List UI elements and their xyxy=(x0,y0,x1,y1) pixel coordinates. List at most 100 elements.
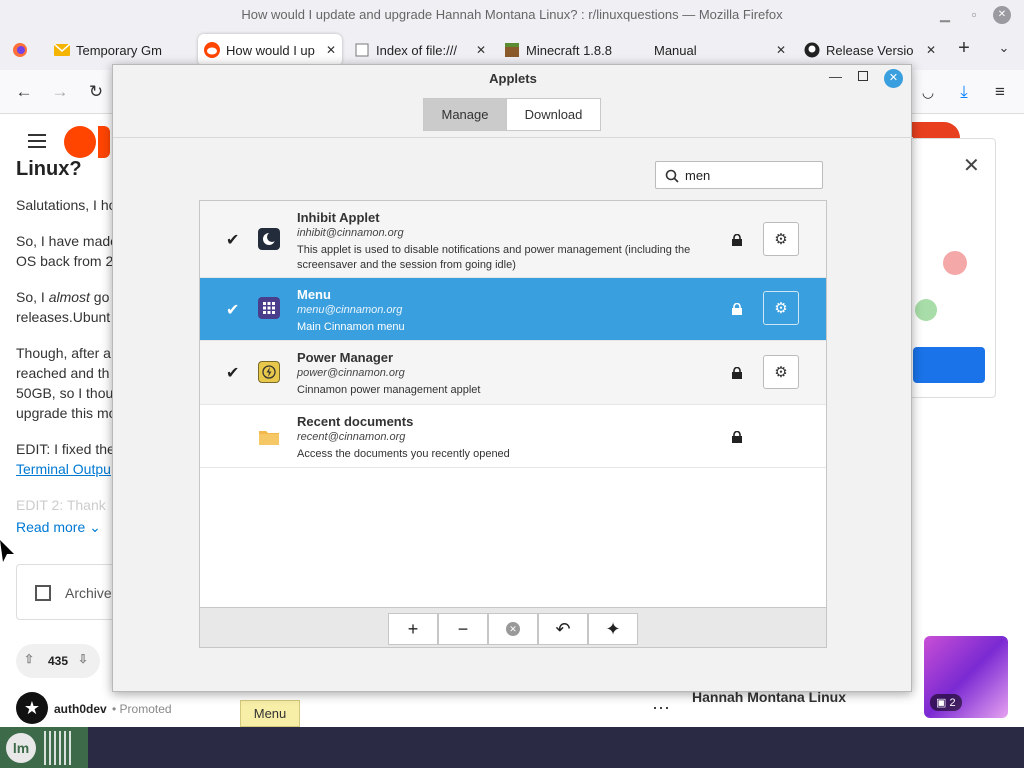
post-text: Though, after a xyxy=(16,345,111,361)
hamburger-icon[interactable] xyxy=(28,134,46,148)
mouse-cursor-icon xyxy=(0,540,14,562)
firefox-icon xyxy=(12,42,28,58)
post-text: So, I almost go xyxy=(16,289,110,305)
menu-tooltip: Menu xyxy=(240,700,300,727)
promo-card: ✕ xyxy=(908,138,996,398)
close-tab-icon[interactable]: ✕ xyxy=(926,43,936,57)
undo-icon: ↶ xyxy=(555,618,571,639)
gallery-thumbnail[interactable]: ▣ 2 xyxy=(924,636,1008,718)
window-titlebar: How would I update and upgrade Hannah Mo… xyxy=(0,0,1024,30)
reddit-logo-icon[interactable] xyxy=(64,126,96,158)
post-title-fragment: Linux? xyxy=(16,158,82,180)
firefox-view-button[interactable] xyxy=(6,34,36,66)
remove-applet-button[interactable]: − xyxy=(438,613,488,645)
close-window-icon[interactable]: ✕ xyxy=(993,6,1011,24)
hamburger-menu-icon[interactable]: ≡ xyxy=(988,80,1012,104)
pocket-icon[interactable]: ◡ xyxy=(916,80,940,104)
tab-download[interactable]: Download xyxy=(506,98,601,131)
promo-button[interactable] xyxy=(913,347,985,383)
post-text-faded: EDIT 2: Thank xyxy=(16,497,106,513)
upvote-icon[interactable]: ⇧ xyxy=(24,652,34,666)
moon-icon xyxy=(258,228,280,250)
configure-gear-icon[interactable]: ⚙ xyxy=(763,291,799,325)
lock-icon xyxy=(732,303,742,315)
sparkle-icon: ✦ xyxy=(605,618,621,639)
post-text: releases.Ubunt xyxy=(16,309,111,325)
post-text: OS back from 2 xyxy=(16,253,114,269)
back-arrow-icon[interactable]: ← xyxy=(12,80,36,104)
read-more-link[interactable]: Read more ⌄ xyxy=(16,519,101,536)
maximize-icon[interactable]: ▫ xyxy=(963,0,985,30)
plus-icon: + xyxy=(407,618,419,639)
reddit-icon xyxy=(204,42,220,58)
file-icon xyxy=(354,42,370,58)
downvote-icon[interactable]: ⇩ xyxy=(78,652,88,666)
linux-mint-menu-icon[interactable]: lm xyxy=(6,733,36,763)
check-icon[interactable]: ✔ xyxy=(226,230,239,250)
new-tab-button[interactable]: + xyxy=(952,36,976,60)
list-item[interactable]: Recent documents recent@cinnamon.org Acc… xyxy=(200,405,826,468)
close-tab-icon[interactable]: ✕ xyxy=(476,43,486,57)
promoted-username[interactable]: auth0dev xyxy=(54,702,107,716)
power-icon xyxy=(258,361,280,383)
check-icon[interactable]: ✔ xyxy=(226,363,239,383)
close-dialog-icon[interactable]: ✕ xyxy=(884,69,903,88)
applets-list: ✔ Inhibit Applet inhibit@cinnamon.org Th… xyxy=(199,200,827,608)
tab-manual[interactable]: Manual ✕ xyxy=(648,34,792,66)
dialog-title: Applets xyxy=(489,71,537,86)
forward-arrow-icon[interactable]: → xyxy=(48,80,72,104)
configure-gear-icon[interactable]: ⚙ xyxy=(763,355,799,389)
tab-reddit[interactable]: How would I up ✕ xyxy=(198,34,342,66)
app-launcher-icon[interactable] xyxy=(44,731,72,765)
restore-defaults-button[interactable]: ↶ xyxy=(538,613,588,645)
avatar[interactable]: ★ xyxy=(16,692,48,724)
close-tab-icon[interactable]: ✕ xyxy=(326,43,336,57)
download-icon[interactable]: ⤓ xyxy=(952,80,976,104)
tab-manage[interactable]: Manage xyxy=(423,98,507,131)
more-applets-button[interactable]: ✦ xyxy=(588,613,638,645)
list-tabs-chevron-down-icon[interactable]: ⌄ xyxy=(992,36,1016,60)
check-icon[interactable]: ✔ xyxy=(226,300,239,320)
minus-icon: − xyxy=(457,618,469,639)
terminal-output-link[interactable]: Terminal Outpu xyxy=(16,461,111,477)
grid-menu-icon xyxy=(258,297,280,319)
minecraft-block-icon xyxy=(504,42,520,58)
lock-icon xyxy=(732,234,742,246)
clear-circle-icon: ✕ xyxy=(506,622,520,636)
close-tab-icon[interactable]: ✕ xyxy=(776,43,786,57)
close-icon[interactable]: ✕ xyxy=(963,153,980,178)
promoted-label: • Promoted xyxy=(112,702,172,716)
uninstall-applet-button[interactable]: ✕ xyxy=(488,613,538,645)
minimize-icon[interactable]: — xyxy=(829,69,842,84)
search-input[interactable]: men xyxy=(655,161,823,189)
post-text: 50GB, so I thou xyxy=(16,385,114,401)
lock-icon xyxy=(732,431,742,443)
post-text: So, I have made xyxy=(16,233,118,249)
reload-icon[interactable]: ↻ xyxy=(84,80,108,104)
archive-card: Archive xyxy=(16,564,116,620)
configure-gear-icon[interactable]: ⚙ xyxy=(763,222,799,256)
maximize-icon[interactable] xyxy=(858,71,868,81)
post-text: upgrade this mo xyxy=(16,405,117,421)
post-text: reached and th xyxy=(16,365,110,381)
folder-icon xyxy=(258,426,280,448)
list-item[interactable]: ✔ Menu menu@cinnamon.org Main Cinnamon m… xyxy=(200,278,826,341)
tab-minecraft[interactable]: Minecraft 1.8.8 xyxy=(498,34,642,66)
search-icon xyxy=(665,169,679,183)
mail-icon xyxy=(54,42,70,58)
decor-circle xyxy=(915,299,937,321)
list-item[interactable]: ✔ Inhibit Applet inhibit@cinnamon.org Th… xyxy=(200,201,826,278)
minimize-icon[interactable]: ▁ xyxy=(934,0,956,30)
more-options-icon[interactable]: ⋯ xyxy=(652,698,670,719)
decor-circle xyxy=(943,251,967,275)
lock-icon xyxy=(732,367,742,379)
github-icon xyxy=(804,42,820,58)
list-item[interactable]: ✔ Power Manager power@cinnamon.org Cinna… xyxy=(200,341,826,405)
tab-file-index[interactable]: Index of file:/// ✕ xyxy=(348,34,492,66)
applets-dialog: Applets — ✕ Manage Download men ✔ Inhibi… xyxy=(112,64,913,692)
tab-release-versions[interactable]: Release Versio ✕ xyxy=(798,34,942,66)
tab-gmail[interactable]: Temporary Gm xyxy=(48,34,192,66)
chevron-down-icon: ⌄ xyxy=(89,519,101,535)
window-title: How would I update and upgrade Hannah Mo… xyxy=(241,7,783,22)
add-applet-button[interactable]: + xyxy=(388,613,438,645)
